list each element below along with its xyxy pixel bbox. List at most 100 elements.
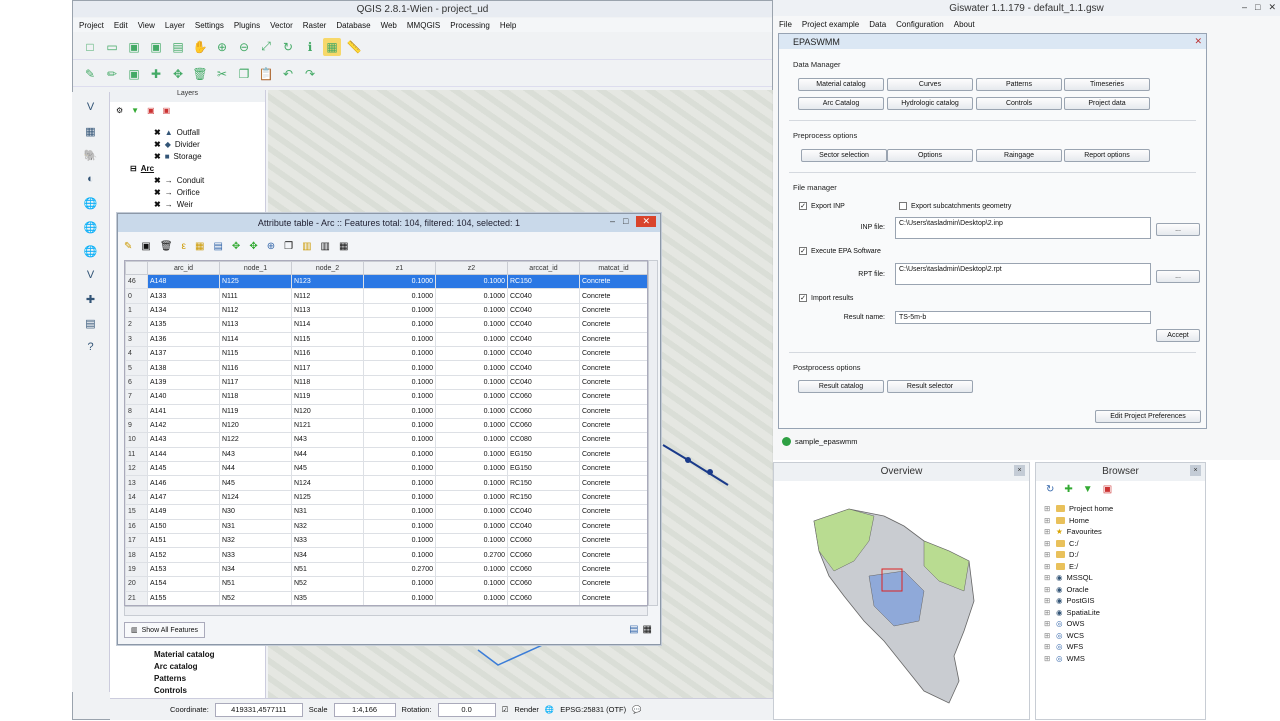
close-icon[interactable]: ✕ xyxy=(1194,36,1202,47)
visibility-checkbox[interactable]: ✖ xyxy=(154,140,161,149)
pre-button-options[interactable]: Options xyxy=(887,149,973,162)
table-row[interactable]: 6A139N117N1180.10000.1000CC040Concrete xyxy=(126,375,648,389)
expand-icon[interactable]: ⊞ xyxy=(1044,585,1052,594)
close-icon[interactable]: × xyxy=(1190,465,1201,476)
column-header[interactable]: z2 xyxy=(436,262,508,275)
dm-button-material-catalog[interactable]: Material catalog xyxy=(798,78,884,91)
expand-icon[interactable]: ⊞ xyxy=(1044,539,1052,548)
column-header[interactable]: z1 xyxy=(364,262,436,275)
menu-layer[interactable]: Layer xyxy=(165,21,185,30)
import-results-checkbox[interactable]: ✓ Import results xyxy=(799,294,853,302)
menu-web[interactable]: Web xyxy=(381,21,397,30)
minimize-icon[interactable]: – xyxy=(610,216,615,227)
collapse-all-icon[interactable]: ▣ xyxy=(1103,484,1112,496)
dm-button-arc-catalog[interactable]: Arc Catalog xyxy=(798,97,884,110)
browser-item[interactable]: ⊞◎WMS xyxy=(1044,653,1205,665)
browser-item[interactable]: ⊞D:/ xyxy=(1044,549,1205,561)
table-row[interactable]: 7A140N118N1190.10000.1000CC060Concrete xyxy=(126,390,648,404)
overview-map[interactable] xyxy=(774,481,1029,719)
visibility-checkbox[interactable]: ✖ xyxy=(154,200,161,209)
messages-icon[interactable]: 💬 xyxy=(632,705,641,714)
filter-icon[interactable]: ▼ xyxy=(1083,484,1093,496)
layer-group-arc[interactable]: ⊟Arc xyxy=(130,162,265,174)
add-wfs-icon[interactable]: 🌐 xyxy=(81,242,101,260)
row-number[interactable]: 11 xyxy=(126,447,148,461)
pre-button-report-options[interactable]: Report options xyxy=(1064,149,1150,162)
add-feature-icon[interactable]: ✚ xyxy=(147,65,165,83)
pre-button-raingage[interactable]: Raingage xyxy=(976,149,1062,162)
expand-icon[interactable]: ⊞ xyxy=(1044,550,1052,559)
table-row[interactable]: 20A154N51N520.10000.1000CC060Concrete xyxy=(126,577,648,591)
browser-item[interactable]: ⊞◉PostGIS xyxy=(1044,595,1205,607)
layer-item[interactable]: ✖→Weir xyxy=(154,198,265,210)
expand-icon[interactable]: ⊞ xyxy=(1044,504,1052,513)
menu-view[interactable]: View xyxy=(138,21,155,30)
browser-item[interactable]: ⊞◎WFS xyxy=(1044,641,1205,653)
gis-menu-file[interactable]: File xyxy=(779,20,792,29)
browse-inp-button[interactable]: ... xyxy=(1156,223,1200,236)
inp-file-field[interactable]: C:\Users\tasladmin\Desktop\2.inp xyxy=(895,217,1151,239)
browse-rpt-button[interactable]: ... xyxy=(1156,270,1200,283)
menu-raster[interactable]: Raster xyxy=(303,21,327,30)
refresh-icon[interactable]: ↻ xyxy=(279,38,297,56)
dm-button-timeseries[interactable]: Timeseries xyxy=(1064,78,1150,91)
crs-status[interactable]: EPSG:25831 (OTF) xyxy=(560,705,626,714)
table-row[interactable]: 46A148N125N1230.10000.1000RC150Concrete xyxy=(126,275,648,289)
table-row[interactable]: 15A149N30N310.10000.1000CC040Concrete xyxy=(126,505,648,519)
post-button-result-selector[interactable]: Result selector xyxy=(887,380,973,393)
row-number[interactable]: 8 xyxy=(126,404,148,418)
browser-item[interactable]: ⊞◉SpatiaLite xyxy=(1044,607,1205,619)
row-number[interactable]: 6 xyxy=(126,375,148,389)
close-icon[interactable]: × xyxy=(1014,465,1025,476)
expand-icon[interactable]: ⊞ xyxy=(1044,516,1052,525)
help-icon[interactable]: ? xyxy=(81,338,101,356)
column-header[interactable]: arc_id xyxy=(148,262,220,275)
row-number[interactable]: 10 xyxy=(126,433,148,447)
table-row[interactable]: 11A144N43N440.10000.1000EG150Concrete xyxy=(126,447,648,461)
save-edits-icon[interactable]: ▣ xyxy=(125,65,143,83)
measure-icon[interactable]: 📏 xyxy=(345,38,363,56)
table-row[interactable]: 17A151N32N330.10000.1000CC060Concrete xyxy=(126,534,648,548)
row-number[interactable]: 20 xyxy=(126,577,148,591)
browser-item[interactable]: ⊞Home xyxy=(1044,515,1205,527)
execute-epa-checkbox[interactable]: ✓ Execute EPA Software xyxy=(799,247,881,255)
minimize-icon[interactable]: – xyxy=(1242,2,1247,13)
move-feature-icon[interactable]: ✥ xyxy=(169,65,187,83)
expand-icon[interactable]: ⊞ xyxy=(1044,654,1052,663)
layer-item[interactable]: ✖■Storage xyxy=(154,150,265,162)
column-header[interactable]: matcat_id xyxy=(580,262,648,275)
pan-icon[interactable]: ✋ xyxy=(191,38,209,56)
gis-menu-project-example[interactable]: Project example xyxy=(802,20,859,29)
menu-vector[interactable]: Vector xyxy=(270,21,293,30)
table-row[interactable]: 1A134N112N1130.10000.1000CC040Concrete xyxy=(126,303,648,317)
toggle-editing-icon[interactable]: ✎ xyxy=(124,241,132,252)
refresh-icon[interactable]: ↻ xyxy=(1046,484,1054,496)
delete-column-icon[interactable]: ▥ xyxy=(321,241,330,252)
menu-settings[interactable]: Settings xyxy=(195,21,224,30)
row-number[interactable]: 2 xyxy=(126,318,148,332)
browser-item[interactable]: ⊞◎WCS xyxy=(1044,630,1205,642)
maximize-icon[interactable]: □ xyxy=(1255,2,1260,13)
select-icon[interactable]: ▦ xyxy=(323,38,341,56)
pan-to-selected-icon[interactable]: ✥ xyxy=(249,241,257,252)
invert-selection-icon[interactable]: ▤ xyxy=(213,241,222,252)
table-row[interactable]: 21A155N52N350.10000.1000CC060Concrete xyxy=(126,591,648,605)
table-row[interactable]: 3A136N114N1150.10000.1000CC040Concrete xyxy=(126,332,648,346)
table-row[interactable]: 19A153N34N510.27000.1000CC060Concrete xyxy=(126,562,648,576)
browser-item[interactable]: ⊞C:/ xyxy=(1044,538,1205,550)
add-wcs-icon[interactable]: 🌐 xyxy=(81,218,101,236)
add-vector-icon[interactable]: V xyxy=(81,98,101,116)
add-postgis-icon[interactable]: 🐘 xyxy=(81,146,101,164)
show-all-features-button[interactable]: ▥ Show All Features xyxy=(124,622,205,638)
menu-mmqgis[interactable]: MMQGIS xyxy=(407,21,440,30)
form-view-icon[interactable]: ▦ xyxy=(643,624,652,635)
vertical-scrollbar[interactable] xyxy=(648,260,658,606)
visibility-checkbox[interactable]: ✖ xyxy=(154,188,161,197)
expand-icon[interactable]: ⊞ xyxy=(1044,631,1052,640)
table-row[interactable]: 18A152N33N340.10000.2700CC060Concrete xyxy=(126,548,648,562)
maximize-icon[interactable]: □ xyxy=(623,216,628,227)
pre-button-sector-selection[interactable]: Sector selection xyxy=(801,149,887,162)
row-number[interactable]: 14 xyxy=(126,490,148,504)
zoom-full-icon[interactable]: ⤢ xyxy=(257,38,275,56)
column-header[interactable]: node_1 xyxy=(220,262,292,275)
